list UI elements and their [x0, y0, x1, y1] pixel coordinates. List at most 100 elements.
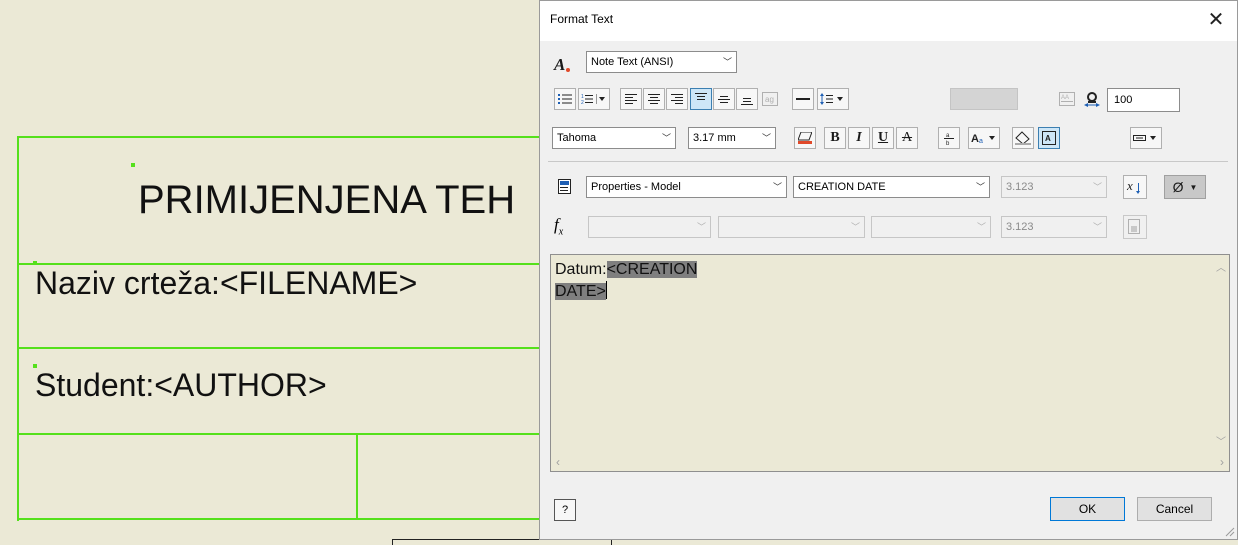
text-color-icon[interactable] — [794, 127, 816, 149]
underline-button[interactable]: U — [872, 127, 894, 149]
editor-property-token-line2[interactable]: DATE> — [555, 283, 606, 300]
line-spacing-value-field — [950, 88, 1018, 110]
editor-content[interactable]: Datum:<CREATION DATE> — [555, 259, 755, 303]
horizontal-scrollbar[interactable]: ‹ › — [551, 453, 1229, 471]
scroll-down-icon[interactable]: ﹀ — [1216, 433, 1226, 448]
chevron-down-icon: ﹀ — [772, 182, 782, 192]
svg-text:A: A — [1045, 134, 1051, 143]
text-caret — [605, 281, 607, 299]
text-style-icon: A — [552, 53, 574, 75]
dialog-titlebar[interactable]: Format Text ✕ — [540, 1, 1237, 41]
title-block-row-line-2 — [17, 347, 539, 349]
title-block-row-line-3 — [17, 433, 539, 435]
editor-property-token-line1[interactable]: <CREATION — [606, 261, 698, 278]
svg-text:x: x — [1126, 179, 1133, 193]
valign-bottom-icon[interactable] — [736, 88, 758, 110]
add-function-icon — [1123, 215, 1147, 239]
scroll-right-icon[interactable]: › — [1220, 455, 1224, 469]
scroll-up-icon[interactable]: ︿ — [1216, 259, 1226, 274]
align-center-icon[interactable] — [643, 88, 665, 110]
symbol-glyph: Ø — [1172, 179, 1184, 195]
chevron-down-icon: ﹀ — [722, 57, 732, 67]
chevron-down-icon: ﹀ — [1092, 222, 1102, 232]
svg-text:A: A — [553, 55, 565, 74]
svg-text:a: a — [979, 138, 983, 145]
function-dropdown-3: ﹀ — [871, 216, 991, 238]
text-case-icon[interactable]: Aa — [968, 127, 1000, 149]
cancel-button[interactable]: Cancel — [1137, 497, 1212, 521]
title-block-bottom-border — [17, 518, 539, 520]
text-border-icon[interactable]: A — [1038, 127, 1060, 149]
chevron-down-icon: ﹀ — [975, 182, 985, 192]
title-block-cell-divider — [356, 433, 358, 520]
properties-icon — [554, 176, 576, 198]
editor-text-prefix: Datum: — [555, 261, 607, 278]
font-dropdown[interactable]: Tahoma ﹀ — [552, 127, 676, 149]
dialog-title: Format Text — [550, 12, 614, 26]
svg-text:2: 2 — [581, 100, 584, 105]
properties-type-dropdown[interactable]: Properties - Model ﹀ — [586, 176, 787, 198]
format-text-dialog: Format Text ✕ A Note Text (ANSI) ﹀ 12 ag — [539, 0, 1238, 540]
ok-button[interactable]: OK — [1050, 497, 1125, 521]
function-precision-value: 3.123 — [1006, 221, 1034, 233]
valign-middle-icon[interactable] — [713, 88, 735, 110]
function-icon: fx — [554, 215, 564, 238]
drawing-name-field[interactable]: Naziv crteža:<FILENAME> — [35, 265, 417, 302]
chevron-down-icon: ﹀ — [976, 222, 986, 232]
numbered-list-icon[interactable]: 12 — [578, 88, 610, 110]
precision-value: 3.123 — [1006, 181, 1034, 193]
svg-text:A: A — [971, 133, 979, 145]
properties-type-value: Properties - Model — [591, 181, 681, 193]
vertical-scrollbar[interactable]: ︿ ﹀ — [1212, 255, 1229, 453]
valign-top-icon[interactable] — [690, 88, 712, 110]
strikethrough-button[interactable]: A — [896, 127, 918, 149]
chevron-down-icon: ﹀ — [850, 222, 860, 232]
precision-dropdown: 3.123 ﹀ — [1001, 176, 1107, 198]
svg-text:AA: AA — [1061, 95, 1069, 101]
text-style-value: Note Text (ANSI) — [591, 56, 674, 68]
text-style-dropdown[interactable]: Note Text (ANSI) ﹀ — [586, 51, 737, 73]
chevron-down-icon: ﹀ — [761, 133, 771, 143]
background-fill-icon[interactable] — [1012, 127, 1034, 149]
chevron-down-icon: ﹀ — [1092, 182, 1102, 192]
student-field[interactable]: Student:<AUTHOR> — [35, 367, 327, 404]
fit-text-icon: ag — [759, 88, 781, 110]
chevron-down-icon: ﹀ — [661, 133, 671, 143]
help-button[interactable]: ? — [554, 499, 576, 521]
width-scale-input[interactable]: 100 — [1107, 88, 1180, 112]
line-weight-icon[interactable] — [792, 88, 814, 110]
font-size-value: 3.17 mm — [693, 132, 736, 144]
title-block-top-border — [17, 136, 539, 138]
stack-icon: AA — [1056, 88, 1078, 110]
function-dropdown-1: ﹀ — [588, 216, 711, 238]
line-spacing-icon[interactable] — [817, 88, 849, 110]
italic-button[interactable]: I — [848, 127, 870, 149]
bold-button[interactable]: B — [824, 127, 846, 149]
svg-text:ag: ag — [765, 95, 774, 104]
toolbar-separator — [548, 161, 1228, 162]
text-editor[interactable]: Datum:<CREATION DATE> ︿ ﹀ ‹ › — [550, 254, 1230, 472]
close-button[interactable]: ✕ — [1203, 7, 1229, 33]
grip-point[interactable] — [131, 163, 135, 167]
align-left-icon[interactable] — [620, 88, 642, 110]
fraction-icon[interactable]: ab — [938, 127, 960, 149]
property-value: CREATION DATE — [798, 181, 886, 193]
scroll-left-icon[interactable]: ‹ — [556, 455, 560, 469]
bullet-list-icon[interactable] — [554, 88, 576, 110]
function-dropdown-2: ﹀ — [718, 216, 865, 238]
font-value: Tahoma — [557, 132, 597, 144]
resize-grip-icon[interactable] — [1223, 525, 1235, 537]
chevron-down-icon: ﹀ — [696, 222, 706, 232]
svg-text:b: b — [946, 141, 950, 145]
font-size-dropdown[interactable]: 3.17 mm ﹀ — [688, 127, 776, 149]
title-block-left-border — [17, 136, 19, 521]
align-right-icon[interactable] — [666, 88, 688, 110]
chevron-down-icon: ▼ — [1189, 182, 1198, 192]
function-precision-dropdown: 3.123 ﹀ — [1001, 216, 1107, 238]
title-block-heading[interactable]: PRIMIJENJENA TEH — [138, 178, 515, 223]
symbol-dropdown[interactable]: Ø ▼ — [1164, 175, 1206, 199]
width-scale-value: 100 — [1114, 94, 1133, 106]
insert-symbol-icon[interactable] — [1130, 127, 1162, 149]
add-parameter-icon[interactable]: x — [1123, 175, 1147, 199]
property-dropdown[interactable]: CREATION DATE ﹀ — [793, 176, 990, 198]
